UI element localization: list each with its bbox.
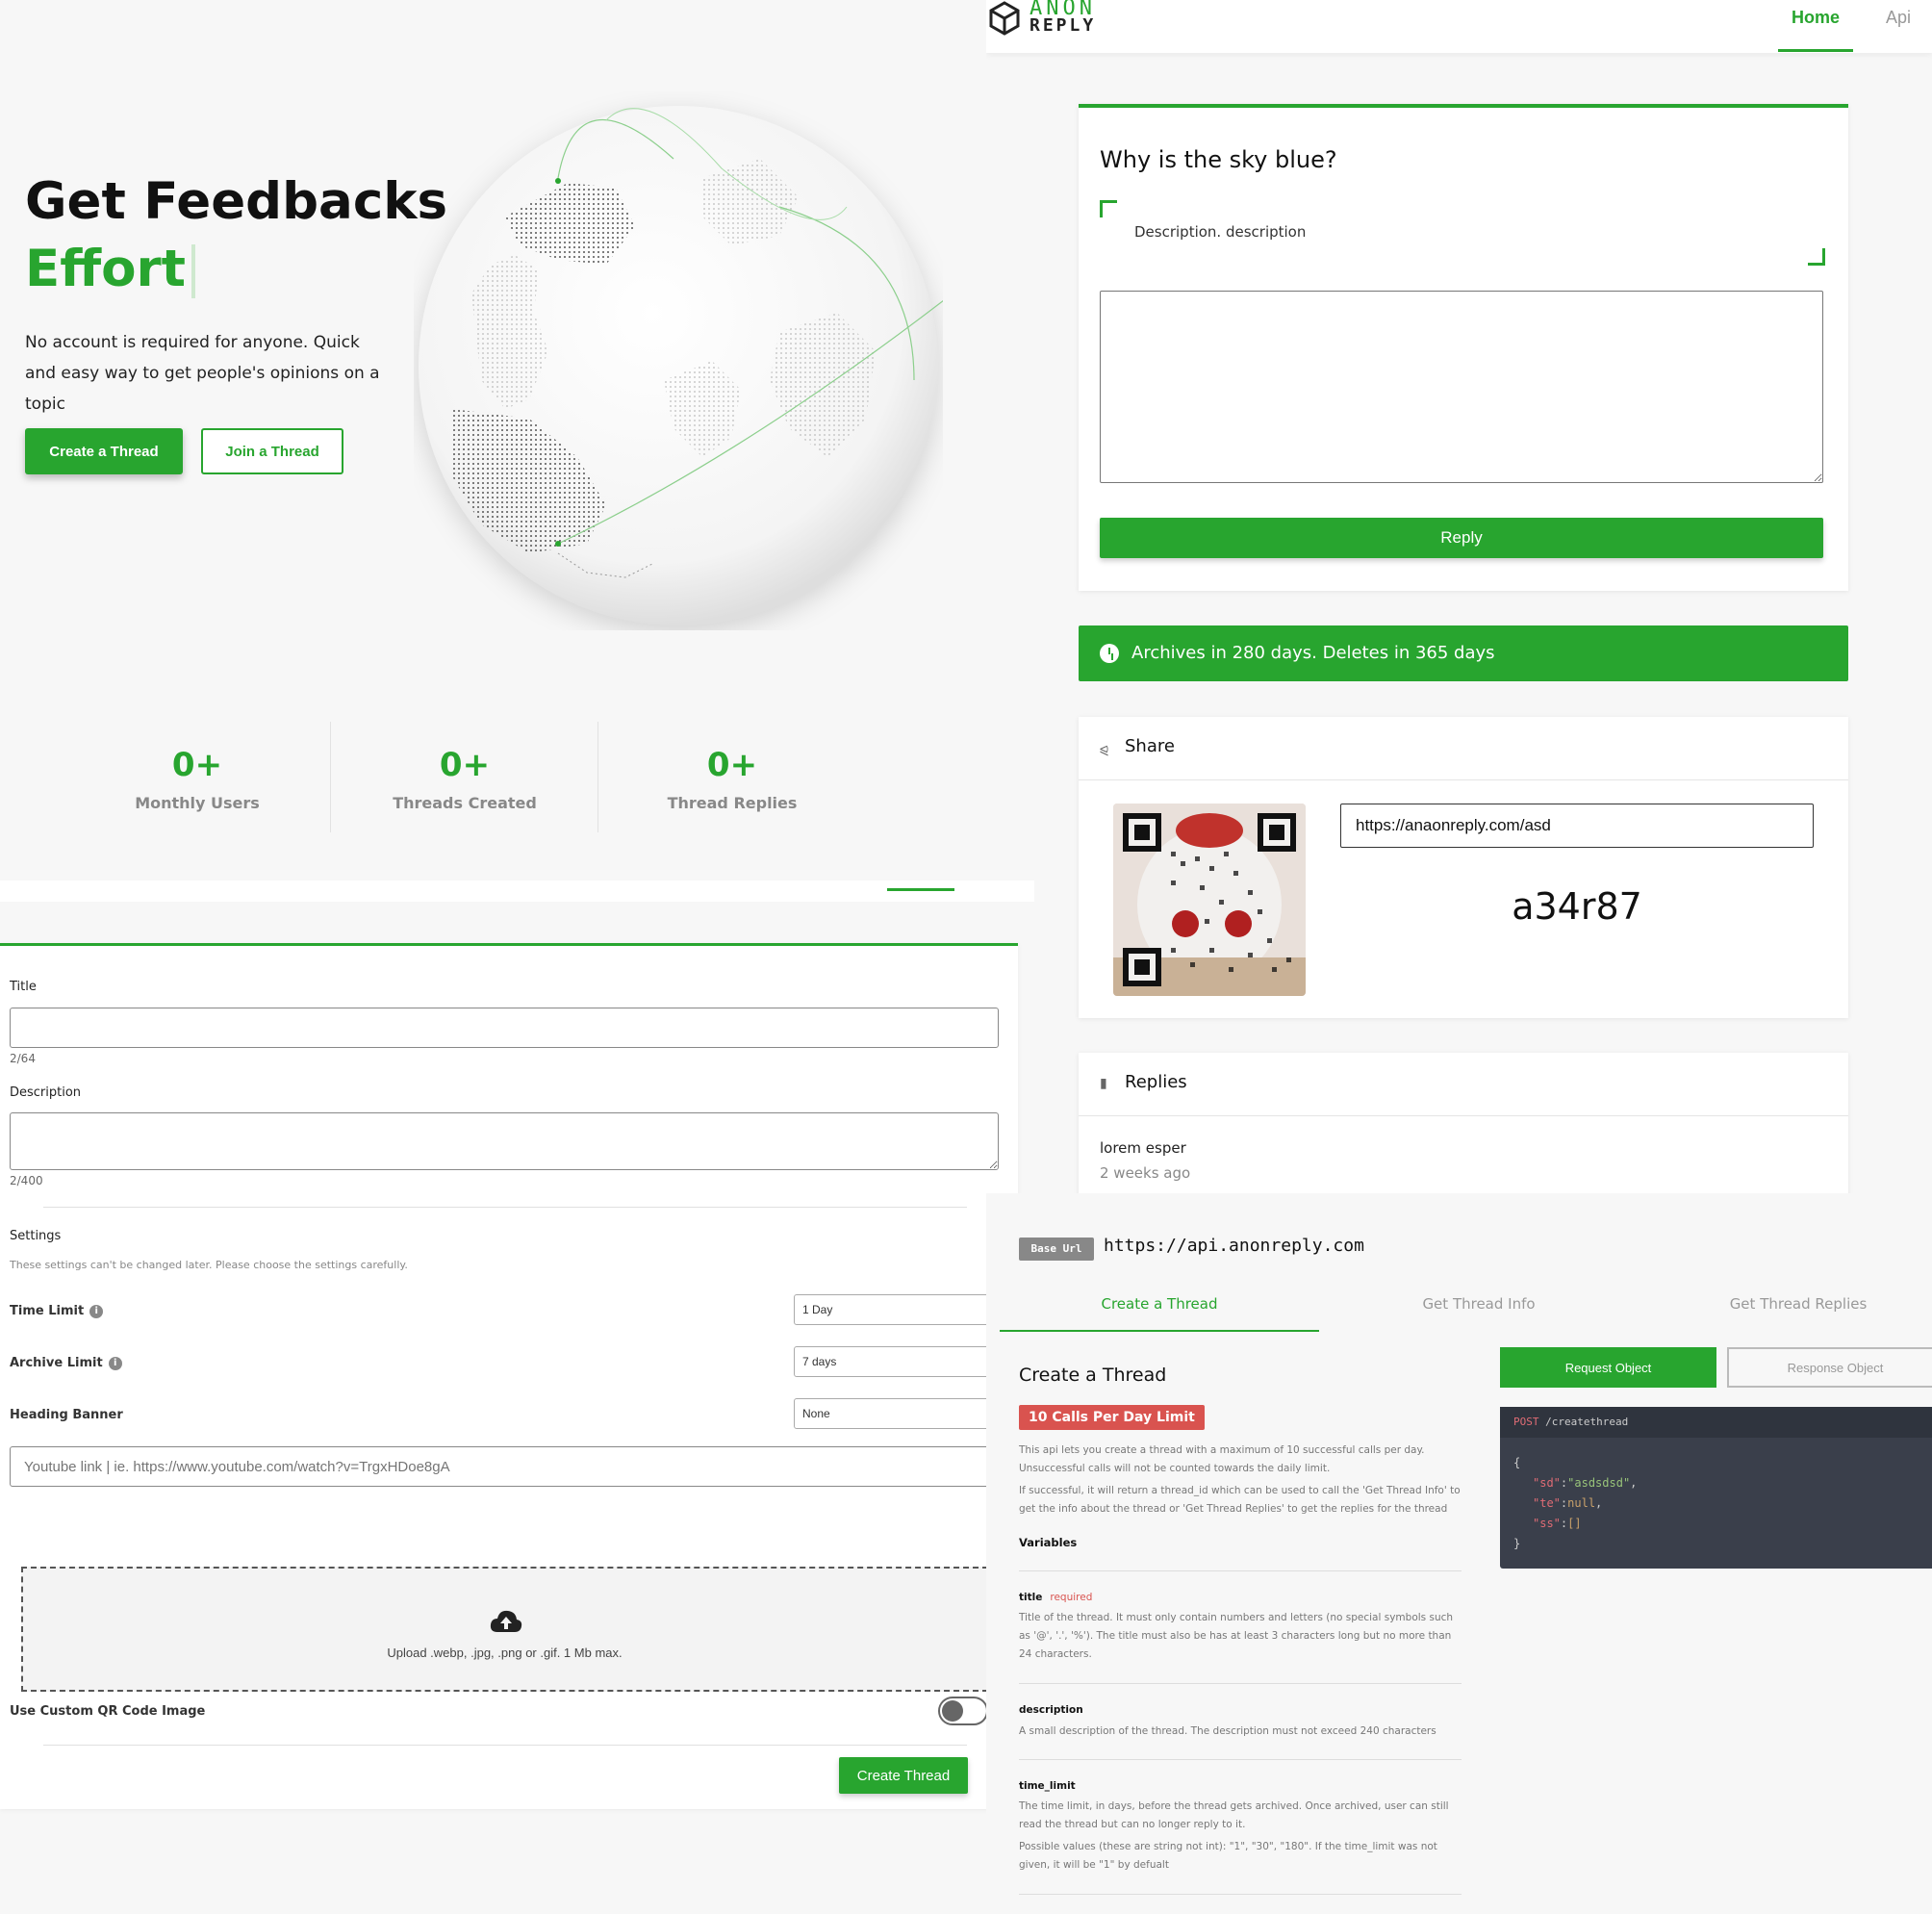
brand-logo[interactable]: ANON REPLY	[1030, 0, 1096, 35]
cloud-upload-icon	[490, 1610, 522, 1632]
reply-time: 2 weeks ago	[1100, 1164, 1191, 1182]
var-description-desc: A small description of the thread. The d…	[1019, 1725, 1436, 1737]
share-title: Share	[1125, 736, 1175, 756]
replies-card: ▮ Replies lorem esper 2 weeks ago	[1079, 1053, 1848, 1193]
title-label: Title	[10, 980, 37, 994]
custom-qr-label: Use Custom QR Code Image	[10, 1704, 206, 1719]
stat-monthly-users: 0+ Monthly Users	[135, 746, 260, 812]
info-icon[interactable]: i	[108, 1356, 122, 1370]
hero-subtitle: No account is required for anyone. Quick…	[25, 333, 380, 414]
heading-banner-label: Heading Banner	[10, 1408, 123, 1422]
title-counter: 2/64	[10, 1052, 36, 1065]
rate-limit-badge: 10 Calls Per Day Limit	[1019, 1405, 1205, 1430]
quote-corner	[1808, 248, 1825, 266]
clock-icon	[1100, 644, 1119, 663]
upload-instructions: Upload .webp, .jpg, .png or .gif. 1 Mb m…	[387, 1646, 623, 1660]
thread-panel: ANON REPLY Home Api Why is the sky blue?…	[986, 0, 1932, 1193]
api-heading: Create a Thread	[1019, 1365, 1167, 1386]
tab-get-thread-info[interactable]: Get Thread Info	[1319, 1295, 1639, 1332]
share-card: ⪨ Share https://anaonreply.com/asd a34r8…	[1079, 717, 1848, 1018]
var-title: title required	[1019, 1592, 1093, 1603]
time-limit-select[interactable]: 1 Day	[794, 1294, 991, 1325]
create-thread-submit[interactable]: Create Thread	[839, 1757, 968, 1794]
custom-qr-toggle[interactable]	[938, 1697, 988, 1725]
replies-title: Replies	[1125, 1072, 1187, 1092]
settings-note: These settings can't be changed later. P…	[10, 1259, 408, 1271]
settings-label: Settings	[10, 1229, 62, 1243]
var-time-limit-values: Possible values (these are string not in…	[1019, 1841, 1437, 1871]
globe-illustration	[419, 106, 943, 625]
question-card: Why is the sky blue? Description. descri…	[1079, 104, 1848, 591]
question-description: Description. description	[1134, 223, 1307, 241]
archive-limit-select[interactable]: 7 days	[794, 1346, 991, 1377]
landing-panel: Get Feedbacks Effort No account is requi…	[0, 0, 986, 880]
archive-notice: Archives in 280 days. Deletes in 365 day…	[1079, 625, 1848, 681]
youtube-link-input[interactable]	[10, 1446, 999, 1487]
archive-limit-label: Archive Limit i	[10, 1356, 122, 1370]
nav-api[interactable]: Api	[1886, 8, 1911, 28]
response-object-button[interactable]: Response Object	[1727, 1347, 1932, 1388]
title-input[interactable]	[10, 1008, 999, 1048]
var-description: description	[1019, 1704, 1083, 1716]
code-endpoint: POST /createthread	[1500, 1407, 1932, 1438]
hero-rotating-word: Effort	[25, 236, 196, 303]
image-upload-dropzone[interactable]: Upload .webp, .jpg, .png or .gif. 1 Mb m…	[21, 1567, 988, 1692]
base-url: https://api.anonreply.com	[1104, 1236, 1364, 1256]
cube-logo-icon	[989, 1, 1020, 36]
heading-banner-select[interactable]: None	[794, 1398, 991, 1429]
reply-textarea[interactable]	[1100, 291, 1823, 483]
quote-corner	[1100, 200, 1117, 217]
create-thread-button[interactable]: Create a Thread	[25, 428, 183, 474]
stat-thread-replies: 0+ Thread Replies	[667, 746, 798, 812]
info-icon[interactable]: i	[89, 1304, 104, 1318]
join-thread-button[interactable]: Join a Thread	[201, 428, 343, 474]
time-limit-label: Time Limit i	[10, 1304, 104, 1318]
comment-icon: ▮	[1100, 1076, 1107, 1091]
thread-code: a34r87	[1512, 885, 1642, 928]
base-url-badge: Base Url	[1019, 1238, 1094, 1261]
tab-get-thread-replies[interactable]: Get Thread Replies	[1639, 1295, 1932, 1332]
share-url-field[interactable]: https://anaonreply.com/asd	[1340, 804, 1814, 848]
nav-active-indicator	[887, 888, 954, 891]
var-time-limit-desc: The time limit, in days, before the thre…	[1019, 1800, 1449, 1830]
description-input[interactable]	[10, 1112, 999, 1170]
stat-threads-created: 0+ Threads Created	[393, 746, 537, 812]
create-form-panel: Title 2/64 Description 2/400 Settings Th…	[0, 880, 1034, 1914]
api-docs-panel: Base Url https://api.anonreply.com Creat…	[986, 1193, 1932, 1914]
tab-create-thread[interactable]: Create a Thread	[1000, 1295, 1319, 1332]
reply-text: lorem esper	[1100, 1139, 1186, 1157]
question-title: Why is the sky blue?	[1100, 146, 1337, 173]
code-sample: POST /createthread { "sd":"asdsdsd", "te…	[1500, 1407, 1932, 1569]
share-icon: ⪨	[1100, 740, 1109, 758]
reply-button[interactable]: Reply	[1100, 518, 1823, 558]
create-thread-form: Title 2/64 Description 2/400 Settings Th…	[0, 943, 1018, 1809]
nav-home[interactable]: Home	[1778, 8, 1853, 52]
hero-headline: Get Feedbacks	[25, 172, 448, 231]
request-object-button[interactable]: Request Object	[1500, 1347, 1716, 1388]
variables-heading: Variables	[1019, 1536, 1078, 1549]
qr-code-image[interactable]	[1113, 804, 1306, 996]
var-title-desc: Title of the thread. It must only contai…	[1019, 1612, 1454, 1660]
description-counter: 2/400	[10, 1174, 43, 1187]
var-time-limit: time_limit	[1019, 1780, 1076, 1792]
description-label: Description	[10, 1085, 82, 1100]
top-nav: ANON REPLY Home Api	[986, 0, 1932, 53]
api-intro: This api lets you create a thread with a…	[1019, 1444, 1425, 1474]
api-intro: If successful, it will return a thread_i…	[1019, 1485, 1461, 1515]
